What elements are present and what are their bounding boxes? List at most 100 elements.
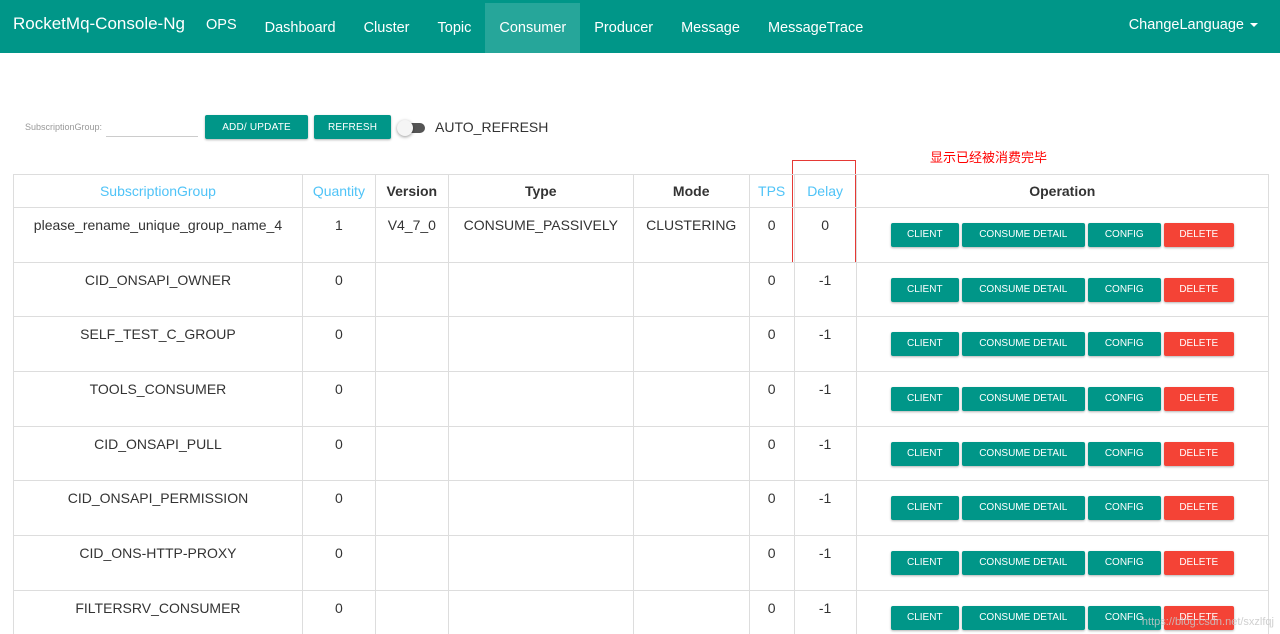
cell-operation: CLIENT CONSUME DETAIL CONFIG DELETE <box>855 480 1270 537</box>
delete-button[interactable]: DELETE <box>1163 551 1234 576</box>
consume-detail-button[interactable]: CONSUME DETAIL <box>961 441 1085 466</box>
cell-version <box>374 480 449 537</box>
add-update-button[interactable]: ADD/ UPDATE <box>205 115 309 139</box>
cell-operation: CLIENT CONSUME DETAIL CONFIG DELETE <box>855 207 1270 263</box>
cell-tps: 0 <box>748 316 795 373</box>
column-header-mode: Mode <box>632 174 750 208</box>
cell-version <box>374 316 449 373</box>
column-header-subscriptiongroup[interactable]: SubscriptionGroup <box>13 174 303 208</box>
client-button[interactable]: CLIENT <box>890 441 959 466</box>
nav-item-ops[interactable]: OPS <box>186 0 251 53</box>
cell-type <box>447 371 634 427</box>
nav-item-consumer[interactable]: Consumer <box>485 3 581 53</box>
nav-item-topic[interactable]: Topic <box>424 2 486 53</box>
table-row: FILTERSRV_CONSUMER 0 0 -1 CLIENT CONSUME DETA… <box>13 589 1270 634</box>
cell-quantity: 0 <box>301 425 376 482</box>
cell-type <box>447 535 634 591</box>
config-button[interactable]: CONFIG <box>1087 496 1161 521</box>
consume-detail-button[interactable]: CONSUME DETAIL <box>961 496 1085 521</box>
cell-version <box>374 589 449 634</box>
column-header-version: Version <box>374 174 449 208</box>
consume-detail-button[interactable]: CONSUME DETAIL <box>961 387 1085 412</box>
client-button[interactable]: CLIENT <box>890 551 959 576</box>
caret-down-icon <box>1250 23 1258 27</box>
table-row: CID_ONSAPI_OWNER 0 0 -1 CLIENT CONSUME DETAIL… <box>13 261 1270 318</box>
cell-type <box>447 316 634 373</box>
cell-mode: CLUSTERING <box>632 207 750 263</box>
cell-operation: CLIENT CONSUME DETAIL CONFIG DELETE <box>855 261 1270 318</box>
client-button[interactable]: CLIENT <box>890 223 959 247</box>
auto-refresh-label: AUTO_REFRESH <box>435 119 549 135</box>
client-button[interactable]: CLIENT <box>890 332 959 357</box>
cell-tps: 0 <box>748 371 795 427</box>
nav-item-message[interactable]: Message <box>667 2 754 53</box>
cell-operation: CLIENT CONSUME DETAIL CONFIG DELETE <box>855 316 1270 373</box>
column-header-quantity[interactable]: Quantity <box>301 174 376 208</box>
client-button[interactable]: CLIENT <box>890 277 959 302</box>
column-header-delay[interactable]: Delay <box>793 174 857 208</box>
config-button[interactable]: CONFIG <box>1087 551 1161 576</box>
cell-type <box>447 480 634 537</box>
table-row: TOOLS_CONSUMER 0 0 -1 CLIENT CONSUME DETAIL CO… <box>13 371 1270 427</box>
delete-button[interactable]: DELETE <box>1163 387 1234 412</box>
nav-item-cluster[interactable]: Cluster <box>350 2 424 53</box>
annotation-text: 显示已经被消费完毕 <box>930 150 1048 165</box>
cell-mode <box>632 425 750 482</box>
subscription-group-label: SubscriptionGroup: <box>25 122 103 132</box>
nav-item-producer[interactable]: Producer <box>580 2 667 53</box>
delete-button[interactable]: DELETE <box>1163 441 1234 466</box>
auto-refresh-toggle[interactable] <box>397 120 427 136</box>
cell-delay: 0 <box>793 207 857 263</box>
cell-operation: CLIENT CONSUME DETAIL CONFIG DELETE <box>855 425 1270 482</box>
consumer-toolbar: SubscriptionGroup: ADD/ UPDATE REFRESH A… <box>25 114 548 140</box>
cell-delay: -1 <box>793 535 857 591</box>
cell-tps: 0 <box>748 480 795 537</box>
change-language-dropdown[interactable]: ChangeLanguage <box>1129 0 1258 50</box>
cell-mode <box>632 480 750 537</box>
delete-button[interactable]: DELETE <box>1163 223 1234 247</box>
cell-quantity: 0 <box>301 589 376 634</box>
config-button[interactable]: CONFIG <box>1087 441 1161 466</box>
client-button[interactable]: CLIENT <box>890 605 959 630</box>
toggle-thumb <box>397 120 414 136</box>
config-button[interactable]: CONFIG <box>1087 223 1161 247</box>
cell-delay: -1 <box>793 261 857 318</box>
consume-detail-button[interactable]: CONSUME DETAIL <box>961 277 1085 302</box>
cell-group: CID_ONSAPI_PULL <box>13 425 303 482</box>
cell-quantity: 0 <box>301 480 376 537</box>
config-button[interactable]: CONFIG <box>1087 332 1161 357</box>
consume-detail-button[interactable]: CONSUME DETAIL <box>961 551 1085 576</box>
cell-delay: -1 <box>793 480 857 537</box>
delete-button[interactable]: DELETE <box>1163 332 1234 357</box>
cell-group: CID_ONSAPI_OWNER <box>13 261 303 318</box>
delete-button[interactable]: DELETE <box>1163 277 1234 302</box>
nav-item-messagetrace[interactable]: MessageTrace <box>754 2 877 53</box>
delete-button[interactable]: DELETE <box>1163 496 1234 521</box>
consumer-table: SubscriptionGroup Quantity Version Type … <box>13 174 1270 634</box>
config-button[interactable]: CONFIG <box>1087 277 1161 302</box>
subscription-group-input[interactable] <box>106 117 199 137</box>
cell-quantity: 0 <box>301 316 376 373</box>
client-button[interactable]: CLIENT <box>890 496 959 521</box>
table-row: please_rename_unique_group_name_4 1 V4_7_0… <box>13 207 1270 263</box>
column-header-tps[interactable]: TPS <box>748 174 795 208</box>
cell-version <box>374 425 449 482</box>
cell-group: TOOLS_CONSUMER <box>13 371 303 427</box>
nav-item-dashboard[interactable]: Dashboard <box>251 2 350 53</box>
cell-tps: 0 <box>748 425 795 482</box>
cell-mode <box>632 535 750 591</box>
cell-tps: 0 <box>748 207 795 263</box>
consume-detail-button[interactable]: CONSUME DETAIL <box>961 605 1085 630</box>
cell-operation: CLIENT CONSUME DETAIL CONFIG DELETE <box>855 371 1270 427</box>
brand-logo[interactable]: RocketMq-Console-Ng <box>0 0 186 53</box>
cell-group: FILTERSRV_CONSUMER <box>13 589 303 634</box>
refresh-button[interactable]: REFRESH <box>314 115 392 139</box>
consume-detail-button[interactable]: CONSUME DETAIL <box>961 223 1085 247</box>
cell-tps: 0 <box>748 589 795 634</box>
column-header-type: Type <box>447 174 634 208</box>
config-button[interactable]: CONFIG <box>1087 387 1161 412</box>
cell-mode <box>632 316 750 373</box>
client-button[interactable]: CLIENT <box>890 387 959 412</box>
cell-group: SELF_TEST_C_GROUP <box>13 316 303 373</box>
consume-detail-button[interactable]: CONSUME DETAIL <box>961 332 1085 357</box>
